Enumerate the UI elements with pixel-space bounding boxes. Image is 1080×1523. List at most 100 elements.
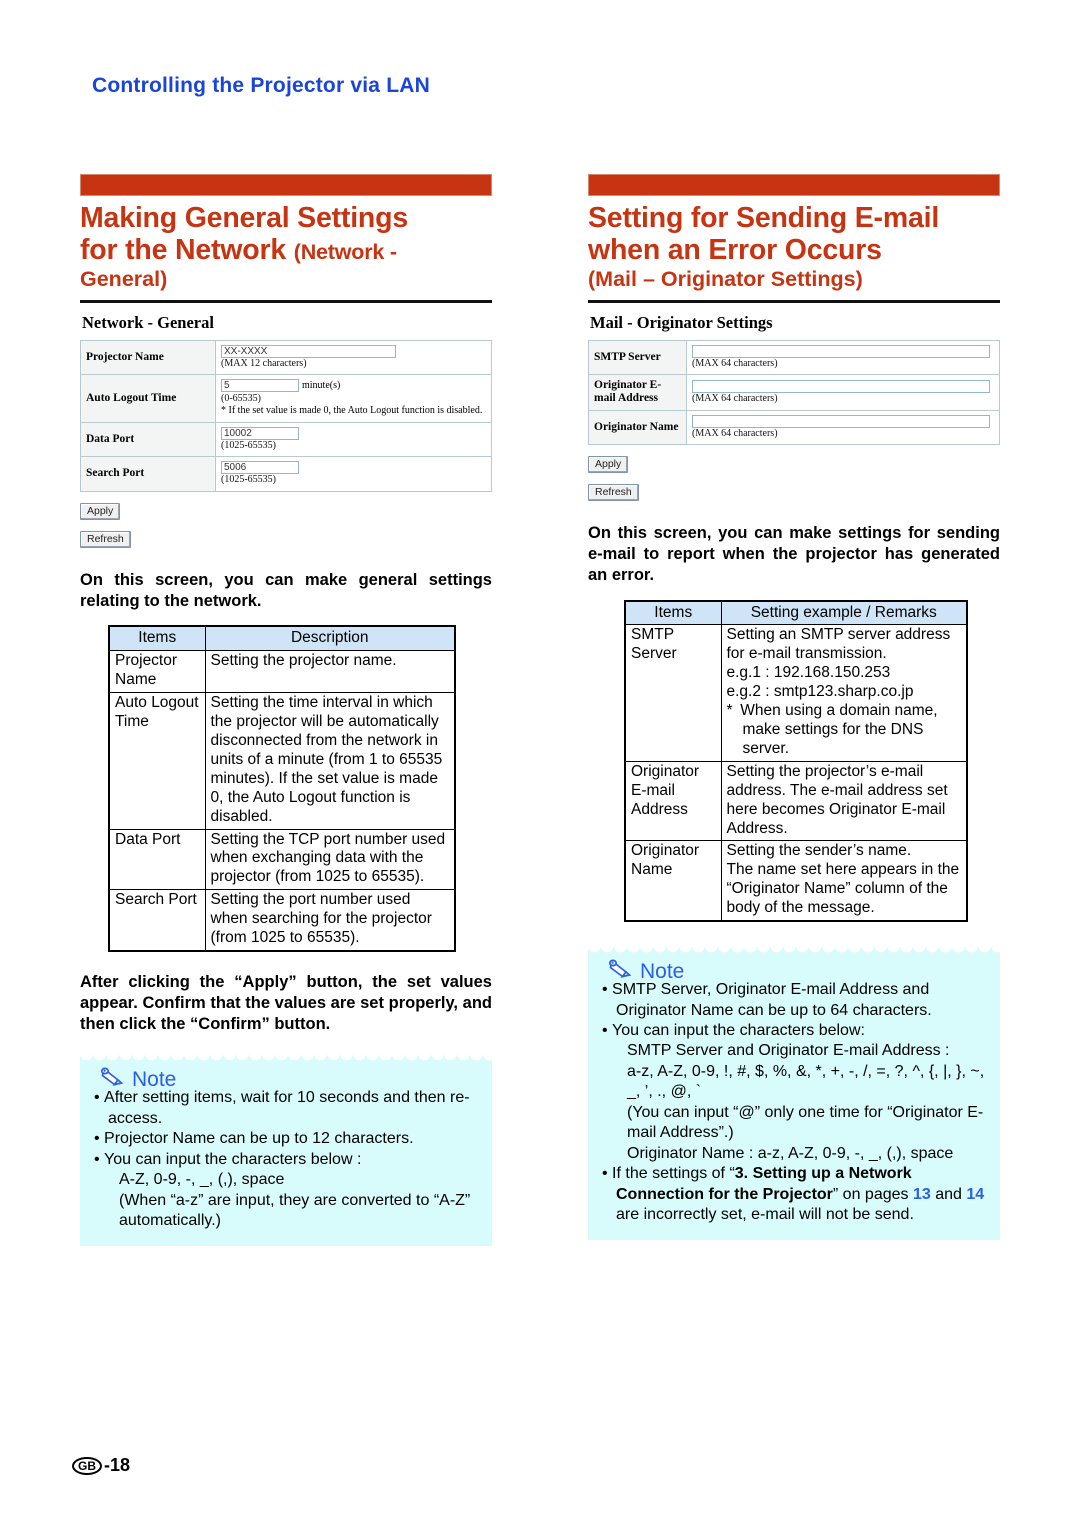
right-note-panel: Note • SMTP Server, Originator E-mail Ad…: [588, 946, 1000, 1240]
right-apply-row: Apply: [588, 454, 1000, 474]
form-row-originator-name: Originator Name (MAX 64 characters): [588, 409, 1000, 446]
data-port-input[interactable]: 10002: [221, 426, 299, 440]
left-rule: [80, 299, 492, 303]
left-note-list: • After setting items, wait for 10 secon…: [94, 1088, 478, 1231]
right-col-header-remarks: Setting example / Remarks: [720, 600, 968, 626]
page-number: -18: [104, 1455, 131, 1475]
left-title-paren: (Network -: [293, 239, 397, 264]
form-value-originator-email: (MAX 64 characters): [686, 374, 1000, 411]
left-screenshot-heading: Network - General: [82, 312, 214, 332]
right-intro-paragraph: On this screen, you can make settings fo…: [588, 524, 1000, 584]
smtp-server-input[interactable]: [692, 344, 990, 358]
left-note-bullet-2-line-1: (When “a-z” are input, they are converte…: [119, 1191, 471, 1230]
form-value-search-port: 5006 (1025-65535): [215, 456, 492, 492]
pencil-icon: [608, 958, 638, 986]
left-col-header-description: Description: [204, 625, 456, 652]
right-title-line2: when an Error Occurs: [588, 233, 882, 266]
originator-email-hint: (MAX 64 characters): [692, 392, 778, 404]
right-row-2-line-0: Setting the sender’s name.: [726, 842, 912, 860]
network-general-form: Projector Name XX-XXXX (MAX 12 character…: [80, 339, 492, 492]
left-note-panel: Note • After setting items, wait for 10 …: [80, 1054, 492, 1246]
right-note-bullet-0: SMTP Server, Originator E-mail Address a…: [612, 981, 932, 1019]
locale-badge: GB: [72, 1456, 102, 1475]
left-row-desc-3: Setting the port number used when search…: [204, 889, 456, 952]
projector-name-hint: (MAX 12 characters): [221, 357, 307, 369]
left-column: Making General Settings for the Network …: [80, 174, 492, 1246]
left-description-table: Items Description Projector Name Setting…: [108, 625, 456, 952]
table-row: Projector Name Setting the projector nam…: [108, 650, 456, 694]
search-port-hint: (1025-65535): [221, 474, 276, 486]
search-port-input[interactable]: 5006: [221, 461, 299, 475]
form-label-originator-name: Originator Name: [588, 409, 687, 446]
list-item: • You can input the characters below : A…: [94, 1150, 478, 1232]
table-row: Originator E-mail Address Setting the pr…: [624, 760, 968, 842]
table-row: Search Port Setting the port number used…: [108, 889, 456, 952]
right-section-title: Setting for Sending E-mail when an Error…: [588, 202, 1000, 267]
right-apply-button[interactable]: Apply: [588, 456, 629, 474]
originator-name-input[interactable]: [692, 414, 990, 428]
right-note-bullet-2-mid: ” on pages: [832, 1185, 913, 1203]
right-title-line1: Setting for Sending E-mail: [588, 202, 940, 234]
right-row-item-2: Originator Name: [624, 840, 722, 922]
form-value-originator-name: (MAX 64 characters): [686, 409, 1000, 446]
table-row: SMTP Server Setting an SMTP server addre…: [624, 624, 968, 762]
right-note-bullet-1-line-0: SMTP Server and Originator E-mail Addres…: [627, 1042, 950, 1060]
right-note-bullet-1-line-2: (You can input “@” only one time for “Or…: [627, 1103, 984, 1142]
left-row-item-1: Auto Logout Time: [108, 692, 206, 830]
right-note-bullet-1-line-3: Originator Name : a-z, A-Z, 0-9, -, _, (…: [627, 1144, 954, 1162]
form-row-projector-name: Projector Name XX-XXXX (MAX 12 character…: [80, 339, 492, 376]
table-header-row: Items Description: [108, 625, 456, 652]
list-item: • Projector Name can be up to 12 charact…: [94, 1130, 414, 1148]
page-ref-13[interactable]: 13: [913, 1186, 931, 1203]
running-head: Controlling the Projector via LAN: [92, 74, 430, 97]
form-value-data-port: 10002 (1025-65535): [215, 421, 492, 458]
page-footer: GB -18: [72, 1455, 130, 1476]
right-note-title: Note: [608, 958, 684, 986]
left-intro-paragraph: On this screen, you can make general set…: [80, 570, 492, 610]
form-label-search-port: Search Port: [80, 456, 216, 492]
form-row-data-port: Data Port 10002 (1025-65535): [80, 421, 492, 458]
right-column: Setting for Sending E-mail when an Error…: [588, 174, 1000, 1240]
mail-originator-form: SMTP Server (MAX 64 characters) Originat…: [588, 339, 1000, 446]
left-note-title: Note: [100, 1066, 176, 1094]
table-header-row: Items Setting example / Remarks: [624, 600, 968, 626]
auto-logout-unit: minute(s): [302, 380, 341, 392]
right-browser-screenshot: Mail - Originator Settings SMTP Server (…: [588, 313, 1000, 502]
form-label-data-port: Data Port: [80, 421, 216, 458]
right-refresh-button[interactable]: Refresh: [588, 484, 639, 502]
table-row: Originator Name Setting the sender’s nam…: [624, 840, 968, 922]
right-row-2-line-1: The name set here appears in the “Origin…: [726, 861, 960, 917]
left-browser-screenshot: Network - General Projector Name XX-XXXX…: [80, 313, 492, 548]
left-col-header-items: Items: [108, 625, 206, 652]
list-item: • You can input the characters below: SM…: [602, 1021, 986, 1164]
section-bar-right: [588, 174, 1000, 196]
form-row-smtp-server: SMTP Server (MAX 64 characters): [588, 339, 1000, 376]
form-row-auto-logout-time: Auto Logout Time 5 minute(s) (0-65535) * …: [80, 374, 492, 423]
left-row-item-0: Projector Name: [108, 650, 206, 694]
left-row-desc-0: Setting the projector name.: [204, 650, 456, 694]
right-note-bullet-1: You can input the characters below:: [612, 1022, 865, 1039]
left-after-apply-paragraph: After clicking the “Apply” button, the s…: [80, 972, 492, 1033]
form-value-projector-name: XX-XXXX (MAX 12 characters): [215, 339, 492, 376]
originator-email-input[interactable]: [692, 379, 990, 393]
right-row-remarks-2: Setting the sender’s name. The name set …: [720, 840, 968, 922]
auto-logout-time-input[interactable]: 5: [221, 379, 299, 393]
left-apply-button[interactable]: Apply: [80, 502, 121, 520]
section-bar-left: [80, 174, 492, 196]
left-refresh-button[interactable]: Refresh: [80, 530, 131, 548]
form-label-auto-logout-time: Auto Logout Time: [80, 374, 216, 423]
left-section-title: Making General Settings for the Network …: [80, 202, 492, 267]
note-scallop-edge: [80, 1054, 492, 1066]
form-row-search-port: Search Port 5006 (1025-65535): [80, 456, 492, 492]
right-note-bullet-1-line-1: a-z, A-Z, 0-9, !, #, $, %, &, *, +, -, /…: [627, 1062, 985, 1101]
left-row-item-2: Data Port: [108, 828, 206, 891]
left-title-line3: General): [80, 266, 168, 291]
left-title-line2: for the Network: [80, 233, 294, 266]
projector-name-input[interactable]: XX-XXXX: [221, 344, 396, 358]
pencil-icon: [100, 1066, 130, 1094]
page-ref-14[interactable]: 14: [966, 1186, 984, 1203]
originator-name-hint: (MAX 64 characters): [692, 427, 778, 439]
right-note-label: Note: [640, 960, 685, 984]
table-row: Data Port Setting the TCP port number us…: [108, 828, 456, 891]
right-note-bullet-2-pre: If the settings of “: [612, 1165, 735, 1183]
